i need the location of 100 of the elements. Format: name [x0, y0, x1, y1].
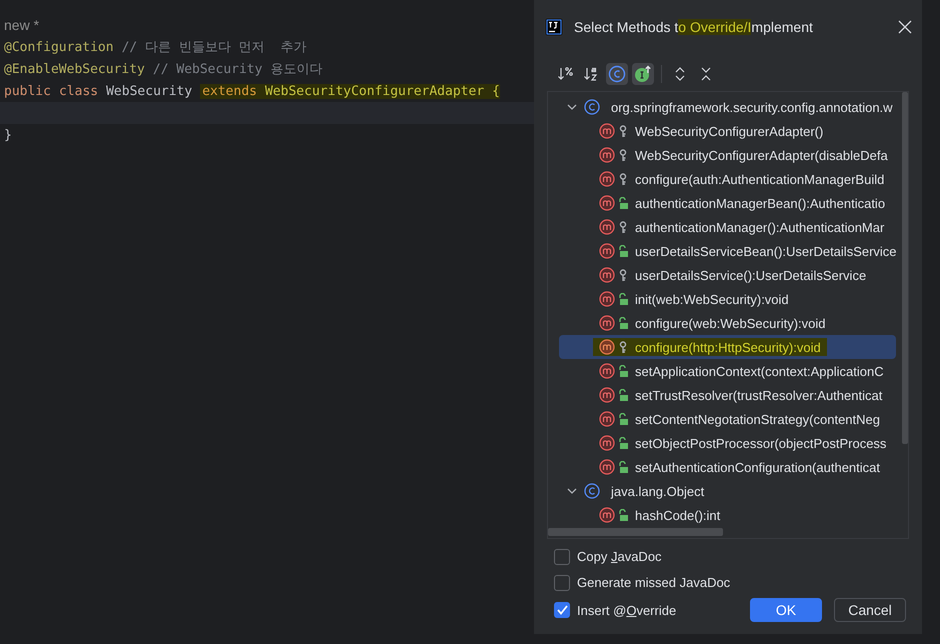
method-icon	[599, 315, 615, 331]
method-label: WebSecurityConfigurerAdapter(disableDefa	[634, 148, 888, 162]
method-item[interactable]: userDetailsService():UserDetailsService	[559, 263, 896, 287]
checkbox[interactable]: Generate missed JavaDoc	[554, 572, 730, 593]
method-icon	[599, 459, 615, 475]
method-item[interactable]: configure(http:HttpSecurity):void	[559, 335, 896, 359]
scrollbar[interactable]	[548, 528, 723, 536]
lock-icon	[618, 437, 628, 449]
checkbox[interactable]: Insert @Override	[554, 600, 676, 620]
dialog-title: Select Methods to Override/Implement	[574, 19, 814, 35]
code-token: class	[58, 84, 98, 98]
method-label: setContentNegotationStrategy(contentNeg	[634, 412, 880, 426]
method-item[interactable]: configure(auth:AuthenticationManagerBuild	[559, 167, 896, 191]
method-label: init(web:WebSecurity):void	[634, 292, 789, 306]
cancel-button[interactable]: Cancel	[834, 598, 906, 622]
lock-icon	[618, 245, 628, 257]
method-icon	[599, 147, 615, 163]
interface-icon	[634, 65, 652, 83]
chevron-icon	[567, 486, 577, 496]
method-icon	[599, 435, 615, 451]
method-label: configure(auth:AuthenticationManagerBuild	[634, 172, 884, 186]
class-icon	[608, 65, 626, 83]
method-item[interactable]: authenticationManager():AuthenticationMar	[559, 215, 896, 239]
lock-icon	[618, 293, 628, 305]
method-item[interactable]: init(web:WebSecurity):void	[559, 287, 896, 311]
lock-icon	[618, 461, 628, 473]
check-icon	[556, 605, 568, 615]
lock-icon	[618, 413, 628, 425]
method-item[interactable]: configure(web:WebSecurity):void	[559, 311, 896, 335]
code-token: @EnableWebSecurity	[4, 62, 145, 76]
method-label: configure(web:WebSecurity):void	[634, 316, 826, 330]
method-item[interactable]: setApplicationContext(context:ApplicationC	[559, 359, 896, 383]
lock-icon	[618, 317, 628, 329]
class-icon	[584, 483, 600, 499]
expand-icon	[673, 66, 687, 82]
app-logo-icon	[546, 19, 562, 35]
inlay-hint: new *	[4, 17, 40, 33]
method-icon	[599, 339, 615, 355]
method-item[interactable]: WebSecurityConfigurerAdapter()	[559, 119, 896, 143]
tree-group[interactable]: java.lang.Object	[559, 479, 896, 503]
method-label: authenticationManagerBean():Authenticatio	[634, 196, 886, 210]
method-icon	[599, 411, 615, 427]
method-label: hashCode():int	[634, 508, 720, 522]
lock-icon	[618, 197, 628, 209]
ok-button[interactable]: OK	[750, 598, 822, 622]
method-icon	[599, 123, 615, 139]
method-label: configure(http:HttpSecurity):void	[634, 340, 821, 354]
method-label: setObjectPostProcessor(objectPostProcess	[634, 436, 886, 450]
method-icon	[599, 195, 615, 211]
code-token: public	[4, 84, 51, 98]
code-token: WebSecurity	[106, 84, 192, 98]
lock-icon	[618, 509, 628, 521]
package-label: org.springframework.security.config.annotation.w	[610, 100, 893, 114]
code-token: extends	[200, 84, 257, 98]
key-icon	[618, 221, 628, 233]
method-label: setAuthenticationConfiguration(authenticat	[634, 460, 880, 474]
class-icon	[584, 99, 600, 115]
scrollbar[interactable]	[902, 92, 908, 444]
method-icon	[599, 507, 615, 523]
method-item[interactable]: WebSecurityConfigurerAdapter(disableDefa	[559, 143, 896, 167]
code-token: WebSecurityConfigurerAdapter	[257, 84, 484, 98]
package-label: java.lang.Object	[610, 484, 704, 498]
close-button[interactable]	[898, 20, 912, 34]
method-item[interactable]: setAuthenticationConfiguration(authenticat	[559, 455, 896, 479]
method-icon	[599, 171, 615, 187]
sort-icon	[557, 66, 573, 82]
code-comment: // 다른 빈들보다 먼저 추가	[122, 39, 306, 56]
lock-icon	[618, 389, 628, 401]
key-icon	[618, 269, 628, 281]
lock-icon	[618, 365, 628, 377]
sort-alphabetically-icon	[583, 66, 599, 82]
key-icon	[618, 341, 628, 353]
method-icon	[599, 243, 615, 259]
code-comment: // WebSecurity 용도이다	[152, 61, 322, 78]
checkbox[interactable]: Copy JavaDoc	[554, 546, 662, 567]
key-icon	[618, 149, 628, 161]
chevron-icon	[567, 102, 577, 112]
tree-group[interactable]: org.springframework.security.config.annotation.w	[559, 95, 896, 119]
method-label: setApplicationContext(context:ApplicationC	[634, 364, 884, 378]
method-icon	[599, 219, 615, 235]
method-item[interactable]: setTrustResolver(trustResolver:Authenticat	[559, 383, 896, 407]
method-icon	[599, 387, 615, 403]
code-token: @Configuration	[4, 40, 114, 54]
method-label: userDetailsServiceBean():UserDetailsService	[634, 244, 897, 258]
method-item[interactable]: userDetailsServiceBean():UserDetailsService	[559, 239, 896, 263]
code-token: {	[484, 84, 500, 98]
method-item[interactable]: setObjectPostProcessor(objectPostProcess	[559, 431, 896, 455]
key-icon	[618, 173, 628, 185]
method-icon	[599, 363, 615, 379]
toolbar-button[interactable]	[632, 63, 654, 85]
collapse-icon	[699, 66, 713, 82]
method-label: userDetailsService():UserDetailsService	[634, 268, 866, 282]
method-icon	[599, 267, 615, 283]
method-label: authenticationManager():AuthenticationMar	[634, 220, 884, 234]
method-item[interactable]: authenticationManagerBean():Authenticatio	[559, 191, 896, 215]
method-label: WebSecurityConfigurerAdapter()	[634, 124, 824, 138]
key-icon	[618, 125, 628, 137]
method-item[interactable]: setContentNegotationStrategy(contentNeg	[559, 407, 896, 431]
code-token: }	[4, 128, 12, 142]
method-item[interactable]: hashCode():int	[559, 503, 896, 527]
